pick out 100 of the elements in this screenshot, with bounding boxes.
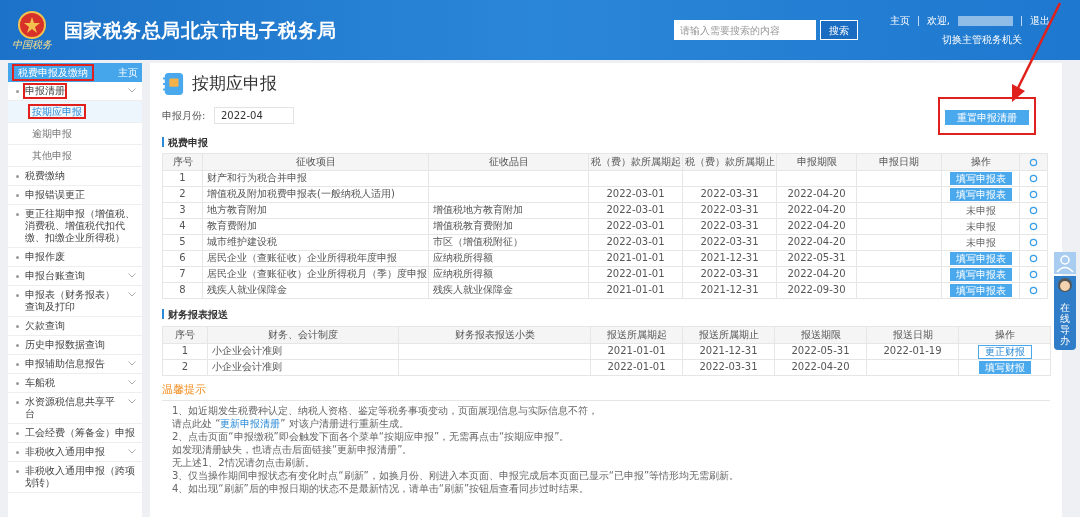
tip-line: 3、仅当操作期间申报状态有变化时点“刷新”，如换月份、刚进入本页面、申报完成后本页面已显示“已申报”等情形均无需刷新。 [172, 469, 741, 482]
bullet-icon [16, 401, 19, 404]
table-cell: 2021-01-01 [590, 343, 683, 359]
table-cell: 3 [162, 202, 203, 218]
sidebar-item[interactable]: 车船税 [25, 377, 55, 389]
tip-line: 4、如出现“刷新”后的申报日期的状态不是最新情况，请单击“刷新”按钮后查看同步过时结果。 [172, 482, 591, 495]
logout-link[interactable]: 退出 [1030, 13, 1050, 28]
home-link[interactable]: 主页 [118, 65, 138, 80]
table-cell: 2022-05-31 [774, 343, 867, 359]
table-cell: 2 [162, 359, 208, 375]
column-header: 操作 [941, 153, 1020, 170]
column-header: 申报日期 [856, 153, 942, 170]
table-cell: 2021-01-01 [588, 282, 683, 298]
sidebar-item[interactable]: 申报错误更正 [25, 189, 85, 201]
status-text: 未申报 [965, 220, 996, 232]
column-header: 财务、会计制度 [207, 326, 399, 343]
tip-line: 如发现清册缺失，也请点击后面链接“更新申报清册”。 [172, 443, 414, 456]
table-cell: 1 [162, 170, 203, 186]
table-cell: 2022-04-20 [776, 202, 857, 218]
sidebar-item[interactable]: 工会经费（筹备金）申报 [25, 427, 135, 439]
column-header: 报送日期 [866, 326, 959, 343]
table-cell: 2022-03-01 [588, 186, 683, 202]
bullet-icon [16, 382, 19, 385]
table-cell: 4 [162, 218, 203, 234]
tip-line: 请点此处 “更新申报清册” 对该户清册进行重新生成。 [172, 417, 410, 430]
notebook-icon [162, 71, 184, 96]
correct-report-button[interactable]: 更正财报 [977, 344, 1032, 359]
section-title: 税费申报 [168, 135, 208, 150]
bullet-icon [16, 294, 19, 297]
column-header: 报送所属期止 [682, 326, 775, 343]
sidebar-item[interactable]: 申报辅助信息报告 [25, 358, 105, 370]
table-cell: 小企业会计准则 [207, 359, 399, 375]
column-header: 申报期限 [776, 153, 857, 170]
table-cell: 2022-01-01 [588, 266, 683, 282]
sidebar-item[interactable]: 申报表（财务报表）查询及打印 [25, 289, 124, 313]
table-cell: 居民企业（查账征收）企业所得税月（季）度申报 [202, 266, 429, 282]
month-label: 申报月份: [162, 109, 207, 123]
emblem-icon [17, 10, 47, 40]
sidebar-item[interactable]: 申报作废 [25, 251, 65, 263]
table-cell: 应纳税所得额 [428, 266, 589, 282]
bullet-icon [16, 175, 19, 178]
column-header: 序号 [162, 326, 208, 343]
table-cell: 增值税地方教育附加 [428, 202, 589, 218]
bullet-icon [16, 451, 19, 454]
tip-line: 2、点击页面“申报缴税”即会触发下面各个菜单“按期应申报”，无需再点击“按期应申报”。 [172, 430, 571, 443]
search-button[interactable]: 搜索 [819, 20, 858, 40]
sidebar-item[interactable]: 历史申报数据查询 [25, 339, 105, 351]
table-cell: 2022-03-01 [588, 234, 683, 250]
sidebar-subitem[interactable]: 逾期申报 [30, 128, 74, 139]
redacted-name [958, 15, 1013, 26]
table-cell: 居民企业（查账征收）企业所得税年度申报 [202, 250, 429, 266]
search-field[interactable]: 请输入需要搜索的内容 [673, 20, 816, 40]
online-assistant-tab[interactable]: 在线导办 [1054, 276, 1076, 350]
tip-line: 无上述1、2情况请勿点击刷新。 [172, 456, 316, 469]
table-cell: 2022-03-31 [682, 359, 775, 375]
bullet-icon [16, 325, 19, 328]
table-cell: 8 [162, 282, 203, 298]
sidebar-title: 税费申报及缴纳 [12, 64, 94, 81]
column-header: 序号 [162, 153, 203, 170]
table-cell: 教育费附加 [202, 218, 429, 234]
column-header: 报送期限 [774, 326, 867, 343]
sidebar-item[interactable]: 非税收入通用申报 [25, 446, 105, 458]
sidebar-item[interactable]: 申报清册 [25, 85, 65, 97]
month-field[interactable]: 2022-04 [214, 107, 294, 124]
table-cell: 2022-04-20 [774, 359, 867, 375]
column-header: 报送所属期起 [590, 326, 683, 343]
table-cell: 2022-03-31 [682, 266, 777, 282]
sidebar-subitem[interactable]: 其他申报 [30, 150, 74, 161]
section-title: 财务报表报送 [168, 307, 228, 322]
table-cell: 2022-03-01 [588, 202, 683, 218]
page-title: 按期应申报 [192, 72, 277, 95]
bullet-icon [16, 363, 19, 366]
table-cell: 地方教育附加 [202, 202, 429, 218]
table-cell: 小企业会计准则 [207, 343, 399, 359]
sidebar-item[interactable]: 欠款查询 [25, 320, 65, 332]
table-cell: 2021-12-31 [682, 343, 775, 359]
sidebar-item[interactable]: 非税收入通用申报（跨项划转） [25, 465, 136, 489]
column-header: 税（费）款所属期起 [588, 153, 683, 170]
welcome-text: 欢迎, [926, 14, 950, 28]
bullet-icon [16, 256, 19, 259]
table-cell: 残疾人就业保障金 [202, 282, 429, 298]
column-header: 征收品目 [428, 153, 589, 170]
table-cell: 7 [162, 266, 203, 282]
bullet-icon [16, 275, 19, 278]
table-cell: 2022-03-01 [588, 218, 683, 234]
sidebar-item[interactable]: 税费缴纳 [25, 170, 65, 182]
table-cell: 城市维护建设税 [202, 234, 429, 250]
sidebar-item[interactable]: 申报台账查询 [25, 270, 85, 282]
sidebar-item[interactable]: 水资源税信息共享平台 [25, 396, 124, 420]
home-link[interactable]: 主页 [889, 13, 910, 28]
table-cell: 2022-04-20 [776, 266, 857, 282]
table-cell: 增值税及附加税费申报表(一般纳税人适用) [202, 186, 429, 202]
table-cell: 2022-04-20 [776, 186, 857, 202]
table-cell: 2022-09-30 [776, 282, 857, 298]
site-title: 国家税务总局北京市电子税务局 [64, 17, 337, 43]
table-cell: 2021-12-31 [682, 250, 777, 266]
table-cell: 5 [162, 234, 203, 250]
table-cell: 2022-01-19 [866, 343, 959, 359]
switch-office-link[interactable]: 切换主管税务机关 [889, 32, 1050, 47]
sidebar-item[interactable]: 更正往期申报（增值税、消费税、增值税代扣代缴、扣缴企业所得税） [25, 208, 136, 244]
